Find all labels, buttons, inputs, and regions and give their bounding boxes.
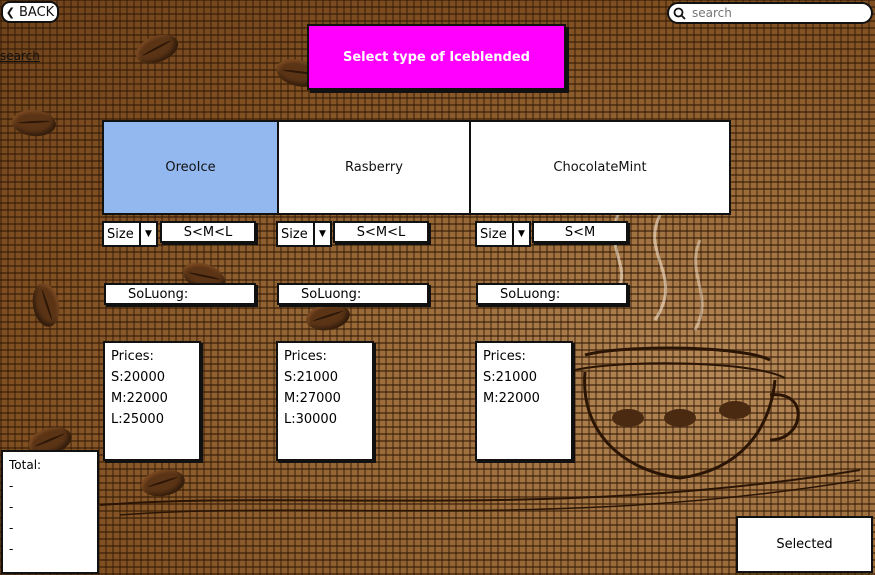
search-box[interactable]: [667, 2, 873, 24]
size-select-label: Size: [102, 221, 141, 247]
size-options: S<M: [532, 221, 628, 243]
search-link[interactable]: search: [0, 49, 40, 63]
size-select-label: Size: [475, 221, 514, 247]
total-line: -: [9, 479, 14, 493]
search-input[interactable]: [690, 5, 864, 21]
size-selector[interactable]: Size ▼: [102, 221, 158, 247]
flavor-option-chocolatemint[interactable]: ChocolateMint: [469, 120, 731, 215]
size-options: S<M<L: [333, 221, 429, 243]
price-list: Prices: S:21000 M:27000 L:30000: [276, 341, 374, 461]
price-item: L:25000: [111, 412, 164, 427]
back-button-label: BACK: [19, 4, 55, 20]
total-label: Total:: [9, 458, 42, 472]
search-icon: [673, 7, 686, 20]
price-item: L:30000: [284, 412, 337, 427]
back-button[interactable]: ❮ BACK: [1, 1, 59, 23]
price-item: M:22000: [483, 391, 540, 406]
quantity-input[interactable]: SoLuong:: [476, 283, 628, 305]
size-selector[interactable]: Size ▼: [276, 221, 332, 247]
price-list: Prices: S:21000 M:22000: [475, 341, 573, 461]
total-line: -: [9, 542, 14, 556]
quantity-input[interactable]: SoLuong:: [277, 283, 429, 305]
dropdown-arrow-icon[interactable]: ▼: [312, 221, 332, 247]
size-selector[interactable]: Size ▼: [475, 221, 531, 247]
total-line: -: [9, 521, 14, 535]
selected-button[interactable]: Selected: [736, 516, 873, 573]
price-item: S:21000: [483, 370, 537, 385]
dropdown-arrow-icon[interactable]: ▼: [138, 221, 158, 247]
flavor-selector: OreoIce Rasberry ChocolateMint: [102, 120, 731, 215]
total-line: -: [9, 500, 14, 514]
price-list-title: Prices:: [284, 349, 327, 364]
page-title: Select type of Iceblended: [307, 24, 566, 90]
size-select-label: Size: [276, 221, 315, 247]
total-panel: Total: - - - -: [1, 450, 99, 574]
dropdown-arrow-icon[interactable]: ▼: [511, 221, 531, 247]
flavor-option-oreoice[interactable]: OreoIce: [102, 120, 279, 215]
quantity-input[interactable]: SoLuong:: [104, 283, 256, 305]
price-list-title: Prices:: [111, 349, 154, 364]
price-item: M:27000: [284, 391, 341, 406]
size-options: S<M<L: [160, 221, 256, 243]
price-item: S:20000: [111, 370, 165, 385]
price-list-title: Prices:: [483, 349, 526, 364]
chevron-left-icon: ❮: [5, 5, 16, 19]
price-list: Prices: S:20000 M:22000 L:25000: [103, 341, 201, 461]
flavor-option-rasberry[interactable]: Rasberry: [277, 120, 471, 215]
price-item: S:21000: [284, 370, 338, 385]
price-item: M:22000: [111, 391, 168, 406]
